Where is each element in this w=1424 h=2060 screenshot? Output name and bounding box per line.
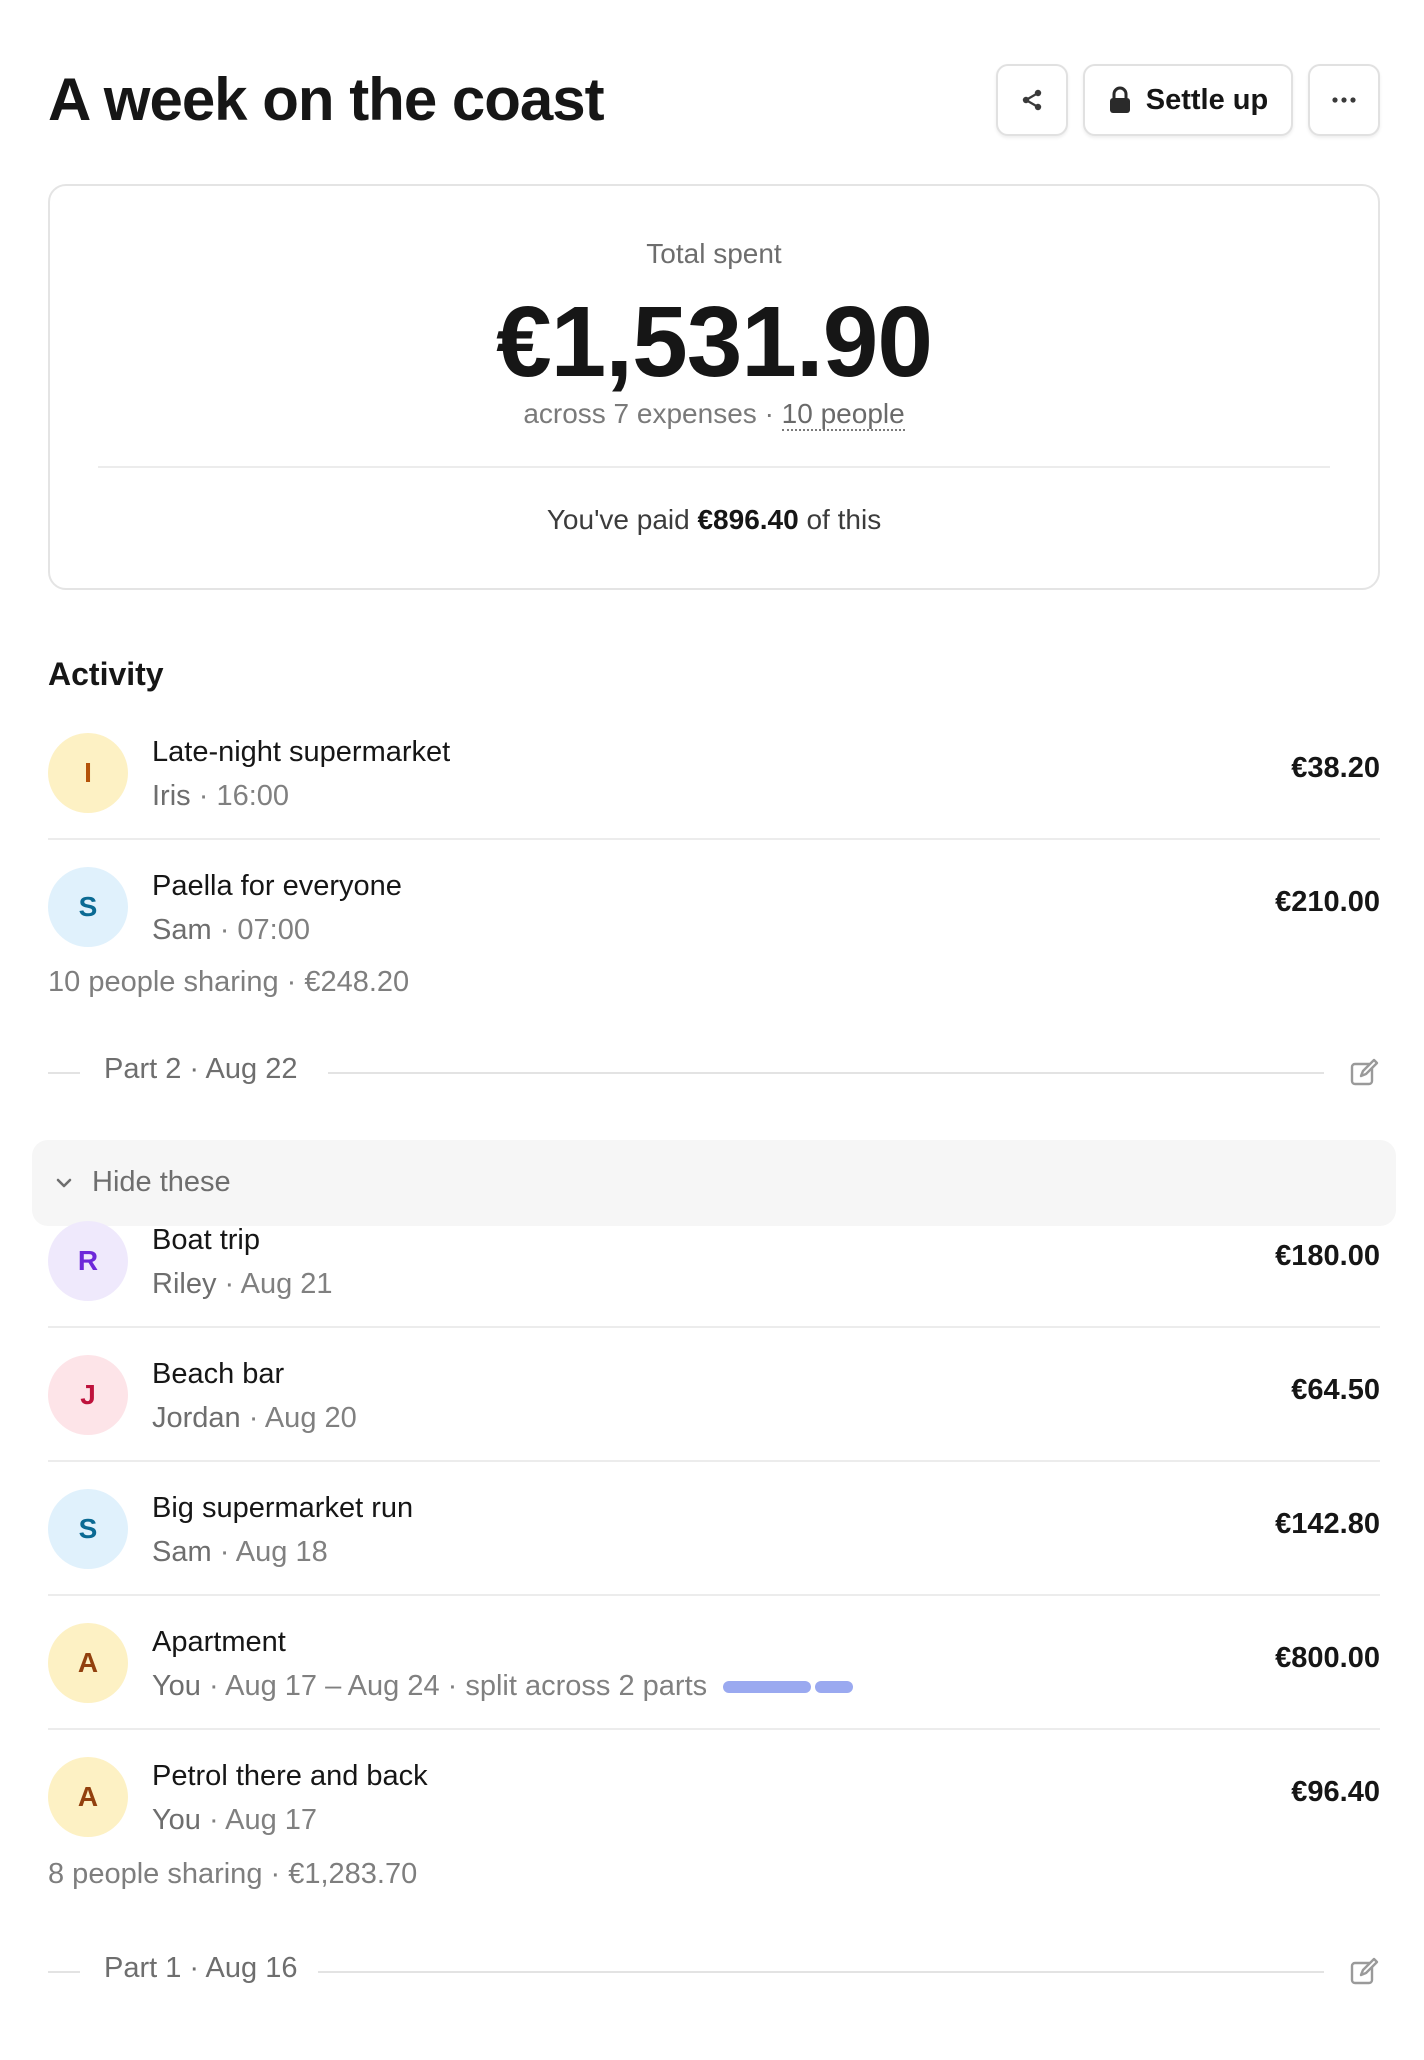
page-title: A week on the coast [48, 66, 605, 133]
sharing-summary: 8 people sharing · €1,283.70 [48, 1858, 418, 1890]
expense-amount: €180.00 [1275, 1240, 1380, 1272]
payer-name: Sam [152, 1536, 212, 1568]
expense-date: · Aug 17 [200, 1804, 318, 1836]
expense-row[interactable]: I Late-night supermarket Iris · 16:00 €3… [48, 706, 1380, 840]
expense-amount: €800.00 [1275, 1642, 1380, 1674]
divider-line [318, 1971, 1324, 1973]
expense-date: · Aug 21 [216, 1268, 333, 1300]
expense-date: · Aug 20 [240, 1402, 357, 1434]
part-label: Part 1 · Aug 16 [104, 1952, 298, 1984]
split-part-segment [815, 1680, 854, 1693]
avatar: R [48, 1221, 128, 1301]
separator: · [764, 398, 774, 429]
part-label: Part 2 · Aug 22 [104, 1053, 298, 1085]
avatar: I [48, 733, 128, 813]
avatar: J [48, 1355, 128, 1435]
settle-up-button[interactable]: Settle up [1083, 64, 1293, 136]
expense-title: Big supermarket run [152, 1492, 414, 1524]
avatar: A [48, 1757, 128, 1837]
expense-meta: You · Aug 17 [152, 1804, 317, 1837]
payer-name: Sam [152, 914, 212, 946]
divider-line [48, 1072, 80, 1074]
expense-title: Late-night supermarket [152, 736, 451, 768]
summary-divider [98, 466, 1330, 468]
expense-amount: €142.80 [1275, 1508, 1380, 1540]
total-spent-label: Total spent [646, 238, 782, 269]
expense-amount: €64.50 [1291, 1374, 1380, 1406]
expense-amount: €210.00 [1275, 886, 1380, 918]
share-button[interactable] [996, 64, 1068, 136]
expense-row[interactable]: R Boat trip Riley · Aug 21 €180.00 [48, 1194, 1380, 1328]
expense-time: · 07:00 [211, 914, 310, 946]
expense-title: Apartment [152, 1626, 286, 1658]
expense-title: Paella for everyone [152, 870, 402, 902]
you-paid-text: You've paid €896.40 of this [50, 504, 1378, 536]
expense-title: Boat trip [152, 1224, 260, 1256]
expense-row[interactable]: S Paella for everyone Sam · 07:00 €210.0… [48, 840, 1380, 974]
expense-meta: Sam · Aug 18 [152, 1536, 328, 1569]
expense-date-range: · Aug 17 – Aug 24 [200, 1670, 440, 1702]
expense-meta: Sam · 07:00 [152, 914, 310, 947]
edit-icon[interactable] [1348, 1057, 1380, 1089]
expense-amount: €38.20 [1291, 752, 1380, 784]
expense-count: across 7 expenses [523, 398, 757, 429]
expense-date: · Aug 18 [211, 1536, 328, 1568]
paid-amount: €896.40 [697, 504, 799, 535]
total-summary-card: Total spent €1,531.90 across 7 expenses … [48, 184, 1380, 590]
expense-title: Petrol there and back [152, 1760, 428, 1792]
more-icon [1332, 97, 1356, 103]
payer-name: Riley [152, 1268, 217, 1300]
paid-suffix: of this [806, 504, 882, 535]
payer-name: You [152, 1804, 201, 1836]
expense-meta: Jordan · Aug 20 [152, 1402, 357, 1435]
people-link[interactable]: 10 people [781, 398, 905, 431]
total-spent-amount: €1,531.90 [496, 286, 933, 398]
divider-line [48, 1971, 80, 1973]
expense-meta: You · Aug 17 – Aug 24 · split across 2 p… [152, 1670, 854, 1703]
paid-prefix: You've paid [546, 504, 690, 535]
expense-amount: €96.40 [1291, 1776, 1380, 1808]
part-divider: Part 2 · Aug 22 [48, 1053, 1380, 1093]
expense-title: Beach bar [152, 1358, 285, 1390]
chevron-down-icon [56, 1178, 72, 1188]
edit-icon[interactable] [1348, 1956, 1380, 1988]
activity-heading: Activity [48, 656, 164, 692]
expense-time: · 16:00 [190, 780, 290, 812]
expense-meta: Iris · 16:00 [152, 780, 289, 813]
payer-name: Jordan [152, 1402, 241, 1434]
expense-row[interactable]: J Beach bar Jordan · Aug 20 €64.50 [48, 1328, 1380, 1462]
expense-row[interactable]: S Big supermarket run Sam · Aug 18 €142.… [48, 1462, 1380, 1596]
share-icon [1022, 89, 1042, 111]
sharing-summary: 10 people sharing · €248.20 [48, 966, 410, 998]
avatar: S [48, 867, 128, 947]
expense-row[interactable]: A Apartment You · Aug 17 – Aug 24 · spli… [48, 1596, 1380, 1730]
payer-name: Iris [152, 780, 191, 812]
avatar: A [48, 1623, 128, 1703]
avatar: S [48, 1489, 128, 1569]
expense-row[interactable]: A Petrol there and back You · Aug 17 €96… [48, 1730, 1380, 1864]
summary-subtitle: across 7 expenses · 10 people [50, 398, 1378, 431]
settle-up-label: Settle up [1145, 83, 1269, 116]
split-note: · split across 2 parts [439, 1670, 708, 1702]
divider-line [328, 1072, 1324, 1074]
expense-meta: Riley · Aug 21 [152, 1268, 333, 1301]
split-part-segment [723, 1680, 812, 1693]
split-parts-bar [723, 1680, 854, 1693]
page-header: A week on the coast Settle up [48, 62, 1380, 138]
more-options-button[interactable] [1308, 64, 1380, 136]
part-divider: Part 1 · Aug 16 [48, 1952, 1380, 1992]
lock-icon [1109, 86, 1130, 113]
payer-name: You [152, 1670, 201, 1702]
